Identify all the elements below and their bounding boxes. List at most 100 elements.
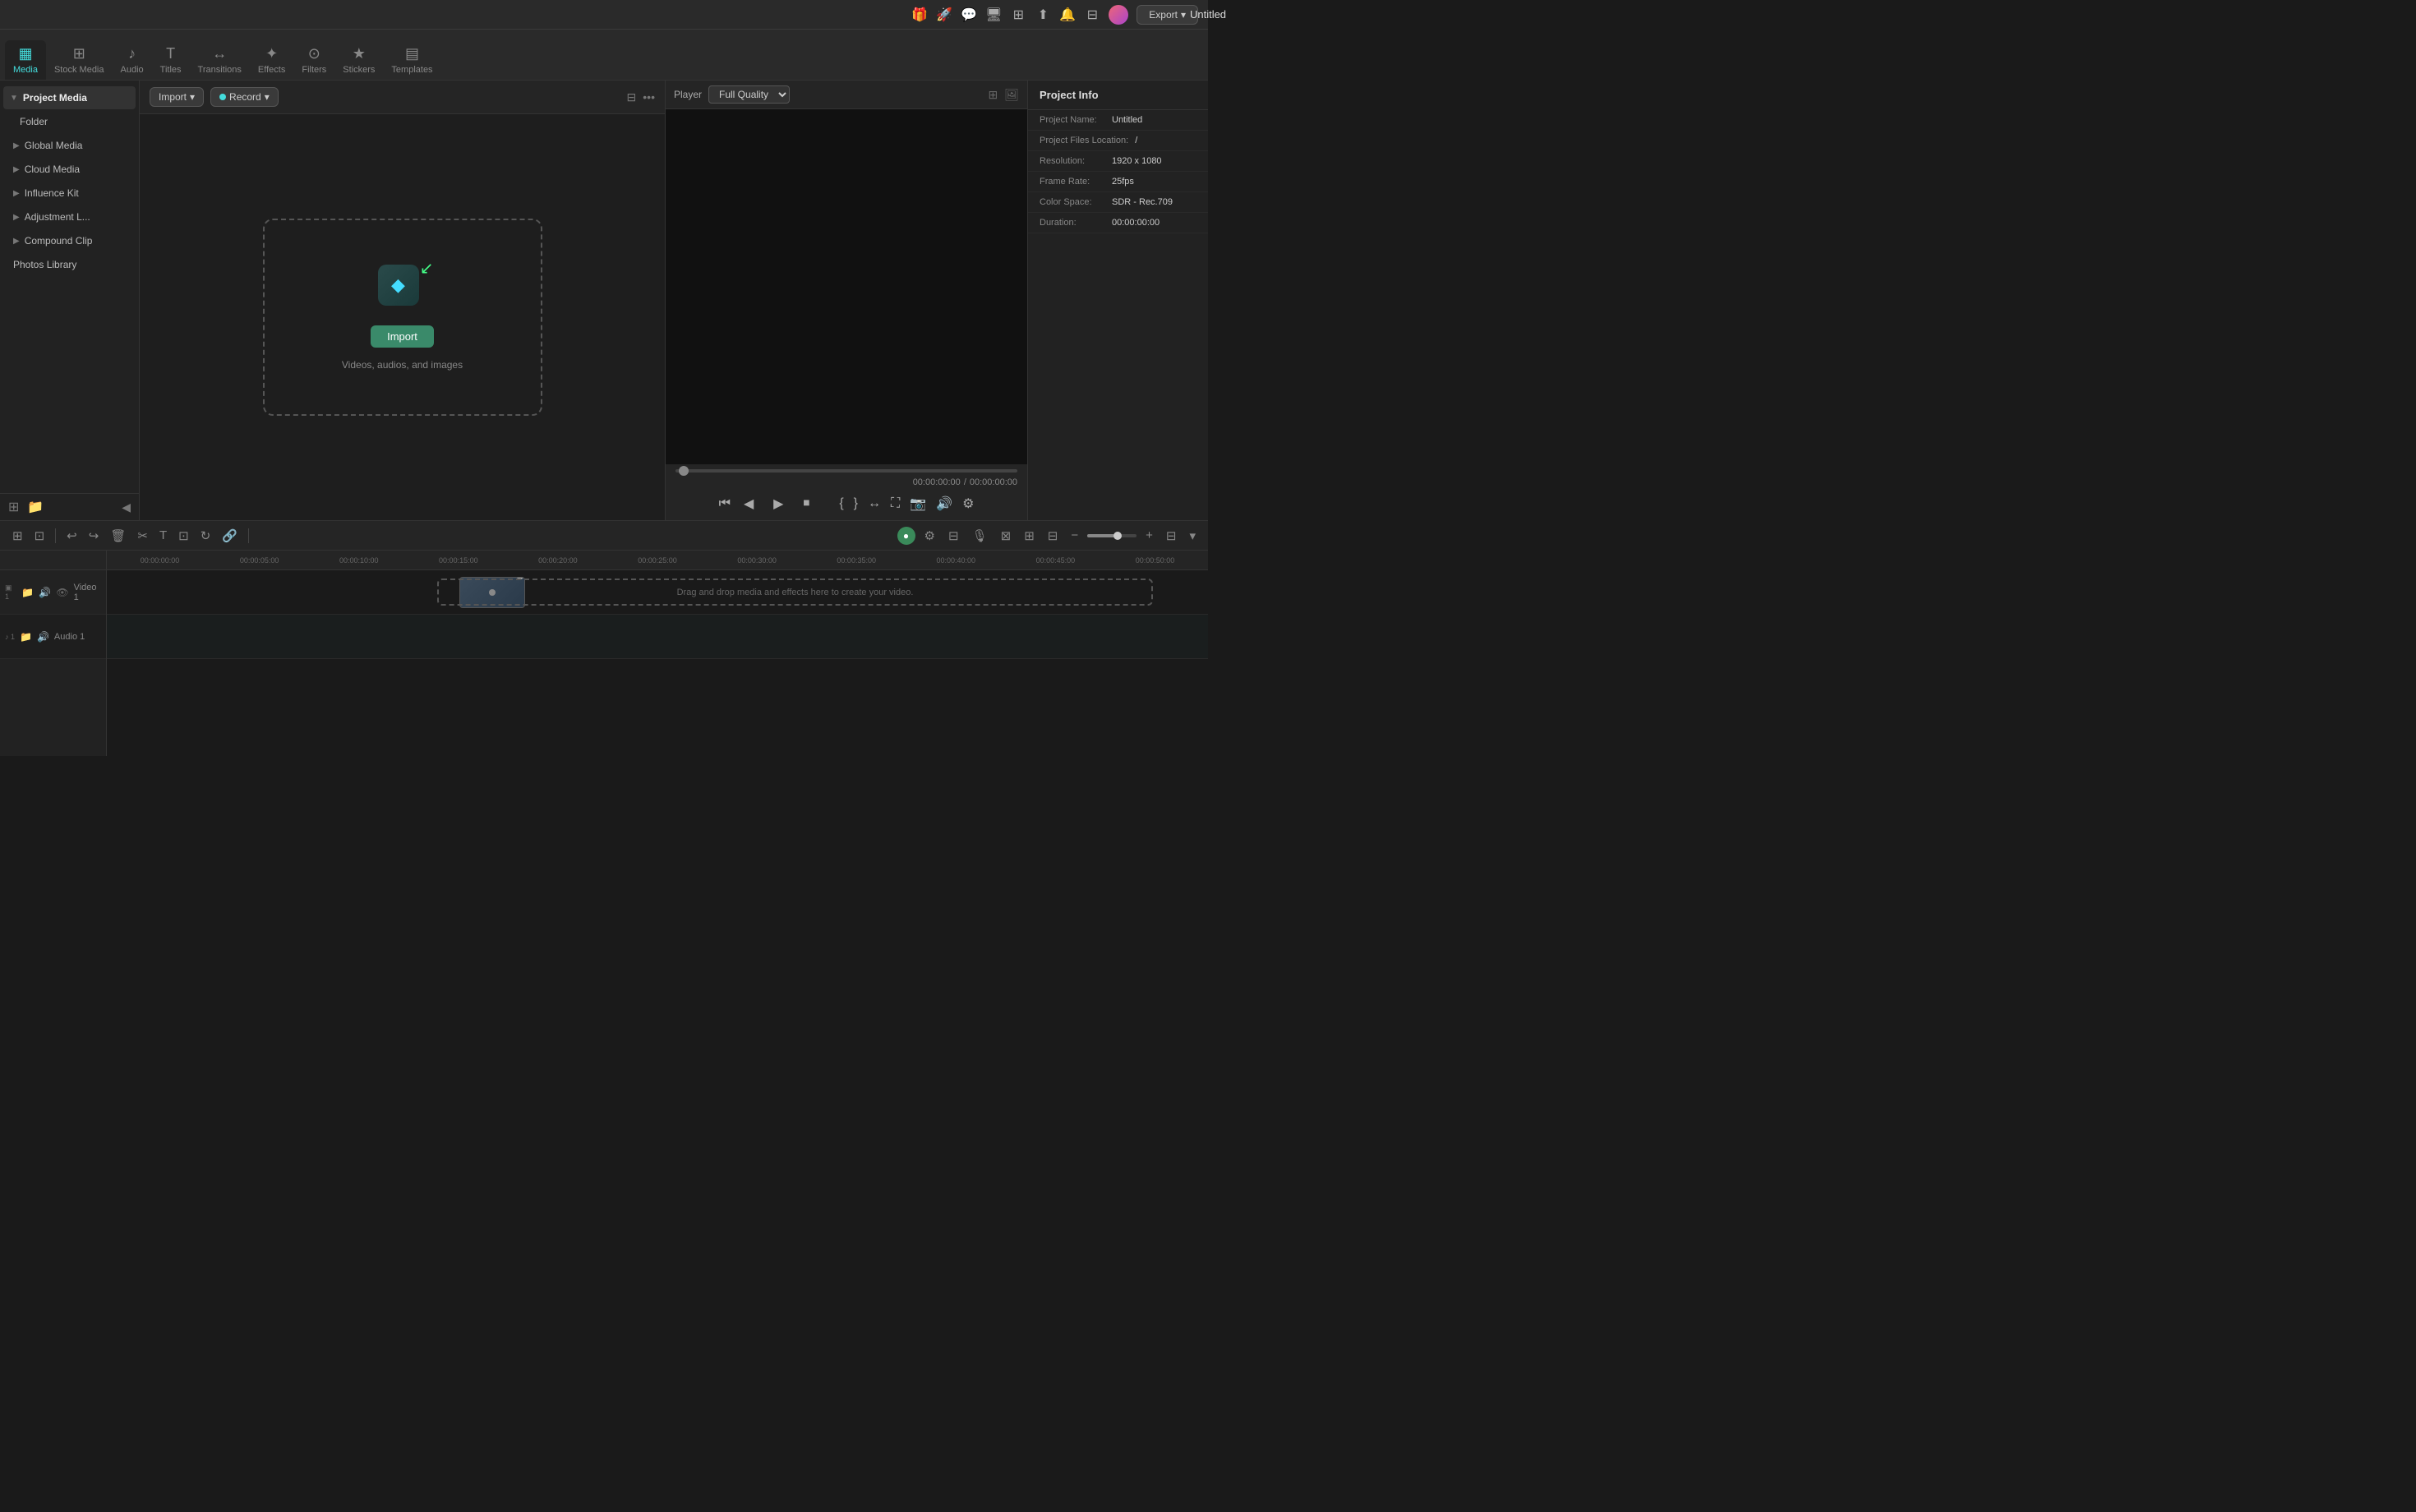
plus-zoom[interactable]: +: [1141, 526, 1157, 545]
bell-icon[interactable]: 🔔: [1059, 7, 1076, 23]
zoom-track[interactable]: [1087, 534, 1137, 537]
image-view-icon[interactable]: 🖼: [1004, 88, 1019, 102]
settings-button[interactable]: ⚙: [962, 496, 974, 512]
export-button[interactable]: Export ▾: [1137, 5, 1198, 25]
quality-select[interactable]: Full Quality: [708, 85, 790, 104]
timeline-scrubber[interactable]: [675, 469, 1017, 472]
video-track-eye-icon[interactable]: 👁: [56, 587, 68, 598]
tab-titles[interactable]: T Titles: [152, 40, 190, 80]
sidebar-item-compound-clip[interactable]: ▶ Compound Clip: [3, 229, 136, 252]
stop-button[interactable]: ⏹: [803, 496, 809, 511]
scrubber-track[interactable]: [675, 469, 1017, 472]
ruler-mark-6: 00:00:30:00: [708, 556, 807, 565]
grid-view-icon[interactable]: ⊞: [988, 88, 998, 102]
pip-icon[interactable]: ⊞: [1020, 526, 1039, 546]
import-green-button[interactable]: Import: [371, 325, 434, 348]
cut-button[interactable]: ✂: [133, 526, 152, 546]
minus-zoom[interactable]: −: [1067, 526, 1082, 545]
drop-hint[interactable]: Drag and drop media and effects here to …: [437, 579, 1153, 606]
tab-filters[interactable]: ⊙ Filters: [293, 40, 334, 80]
ruler-mark-0: 00:00:00:00: [110, 556, 210, 565]
crop-button[interactable]: ⊡: [174, 526, 193, 546]
tab-audio[interactable]: ♪ Audio: [113, 40, 152, 80]
fullscreen-button[interactable]: ⛶: [891, 496, 900, 512]
record-button[interactable]: Record ▾: [210, 87, 279, 107]
ruler-mark-7: 00:00:35:00: [807, 556, 906, 565]
more-options-icon[interactable]: •••: [643, 90, 655, 104]
caption-icon[interactable]: ⊟: [1044, 526, 1063, 546]
settings-tl-icon[interactable]: ⚙: [920, 526, 939, 546]
video-track-folder-icon[interactable]: 📁: [21, 587, 34, 598]
chat-icon[interactable]: 💬: [961, 7, 977, 23]
grid-icon[interactable]: ⊞: [1010, 7, 1026, 23]
display-icon[interactable]: 🖥: [985, 7, 1002, 23]
colorspace-label: Color Space:: [1040, 197, 1105, 207]
folder-icon[interactable]: 📁: [27, 499, 44, 515]
filter-icon[interactable]: ⊟: [627, 90, 637, 104]
time-separator: /: [964, 477, 966, 487]
add-folder-icon[interactable]: ⊞: [8, 499, 19, 515]
current-time: 00:00:00:00: [913, 477, 961, 487]
video-track-audio-icon[interactable]: 🔊: [39, 587, 51, 598]
collapse-sidebar-icon[interactable]: ◀: [122, 500, 131, 514]
compound-clip-label: Compound Clip: [25, 235, 93, 247]
mark-in-button[interactable]: {: [839, 496, 843, 512]
link-button[interactable]: 🔗: [218, 526, 242, 546]
record-circle-button[interactable]: ●: [897, 527, 915, 545]
ruler-mark-9: 00:00:45:00: [1006, 556, 1105, 565]
colorspace-row: Color Space: SDR - Rec.709: [1028, 192, 1208, 213]
step-back-button[interactable]: ⏮: [719, 496, 731, 511]
mic-icon[interactable]: 🎙: [968, 526, 992, 546]
sidebar-item-cloud-media[interactable]: ▶ Cloud Media: [3, 158, 136, 181]
mark-out-button[interactable]: }: [854, 496, 858, 512]
rocket-icon[interactable]: 🚀: [936, 7, 952, 23]
audio-button[interactable]: 🔊: [936, 496, 952, 512]
split-icon[interactable]: ⊠: [997, 526, 1016, 546]
scrubber-thumb[interactable]: [679, 466, 689, 476]
magnetic-icon[interactable]: ⊡: [30, 526, 49, 546]
delete-button[interactable]: 🗑: [106, 526, 130, 546]
play-button[interactable]: ▶: [767, 492, 790, 515]
sidebar-item-project-media[interactable]: ▼ Project Media: [3, 86, 136, 109]
stock-tab-icon: ⊞: [73, 45, 85, 62]
sidebar-item-global-media[interactable]: ▶ Global Media: [3, 134, 136, 157]
rotate-button[interactable]: ↻: [196, 526, 215, 546]
undo-button[interactable]: ↩: [62, 526, 81, 546]
mark-clip-button[interactable]: ↔: [868, 496, 881, 512]
filters-tab-label: Filters: [302, 65, 326, 75]
audio-track-mute-icon[interactable]: 🔊: [37, 631, 49, 643]
project-info-header: Project Info: [1028, 81, 1208, 110]
time-display: 00:00:00:00 / 00:00:00:00: [675, 477, 1017, 487]
import-button[interactable]: Import ▾: [150, 87, 204, 107]
tab-templates[interactable]: ▤ Templates: [383, 40, 440, 80]
layout-icon[interactable]: ⊟: [1162, 526, 1181, 546]
audio-track-folder-icon[interactable]: 📁: [20, 631, 32, 643]
app-icon: [378, 265, 419, 306]
redo-button[interactable]: ↪: [85, 526, 104, 546]
frame-back-button[interactable]: ◀: [744, 496, 754, 512]
add-clip-icon[interactable]: ⊞: [8, 526, 27, 546]
sidebar-item-photos-library[interactable]: Photos Library: [3, 253, 136, 276]
zoom-thumb[interactable]: [1113, 532, 1122, 540]
drop-zone[interactable]: ↙ Import Videos, audios, and images: [263, 219, 542, 416]
sidebar-item-adjustment-layer[interactable]: ▶ Adjustment L...: [3, 205, 136, 228]
apps-icon[interactable]: ⊟: [1084, 7, 1100, 23]
text-button[interactable]: T: [155, 526, 171, 545]
avatar[interactable]: [1109, 5, 1128, 25]
mask-icon[interactable]: ⊟: [944, 526, 963, 546]
tab-media[interactable]: ▦ Media: [5, 40, 46, 80]
audio-track-name: Audio 1: [54, 632, 85, 642]
project-name-label: Project Name:: [1040, 115, 1105, 125]
tab-stock-media[interactable]: ⊞ Stock Media: [46, 40, 113, 80]
more-tl-icon[interactable]: ▾: [1185, 526, 1200, 546]
tab-transitions[interactable]: ↔ Transitions: [190, 40, 250, 80]
snapshot-button[interactable]: 📷: [910, 496, 926, 512]
sidebar-item-folder[interactable]: Folder: [3, 110, 136, 133]
tab-effects[interactable]: ✦ Effects: [250, 40, 293, 80]
sidebar-item-influence-kit[interactable]: ▶ Influence Kit: [3, 182, 136, 205]
upload-icon[interactable]: ⬆: [1035, 7, 1051, 23]
gift-icon[interactable]: 🎁: [911, 7, 928, 23]
adjustment-layer-label: Adjustment L...: [25, 211, 90, 223]
tab-stickers[interactable]: ★ Stickers: [334, 40, 383, 80]
zoom-slider[interactable]: [1087, 534, 1137, 537]
